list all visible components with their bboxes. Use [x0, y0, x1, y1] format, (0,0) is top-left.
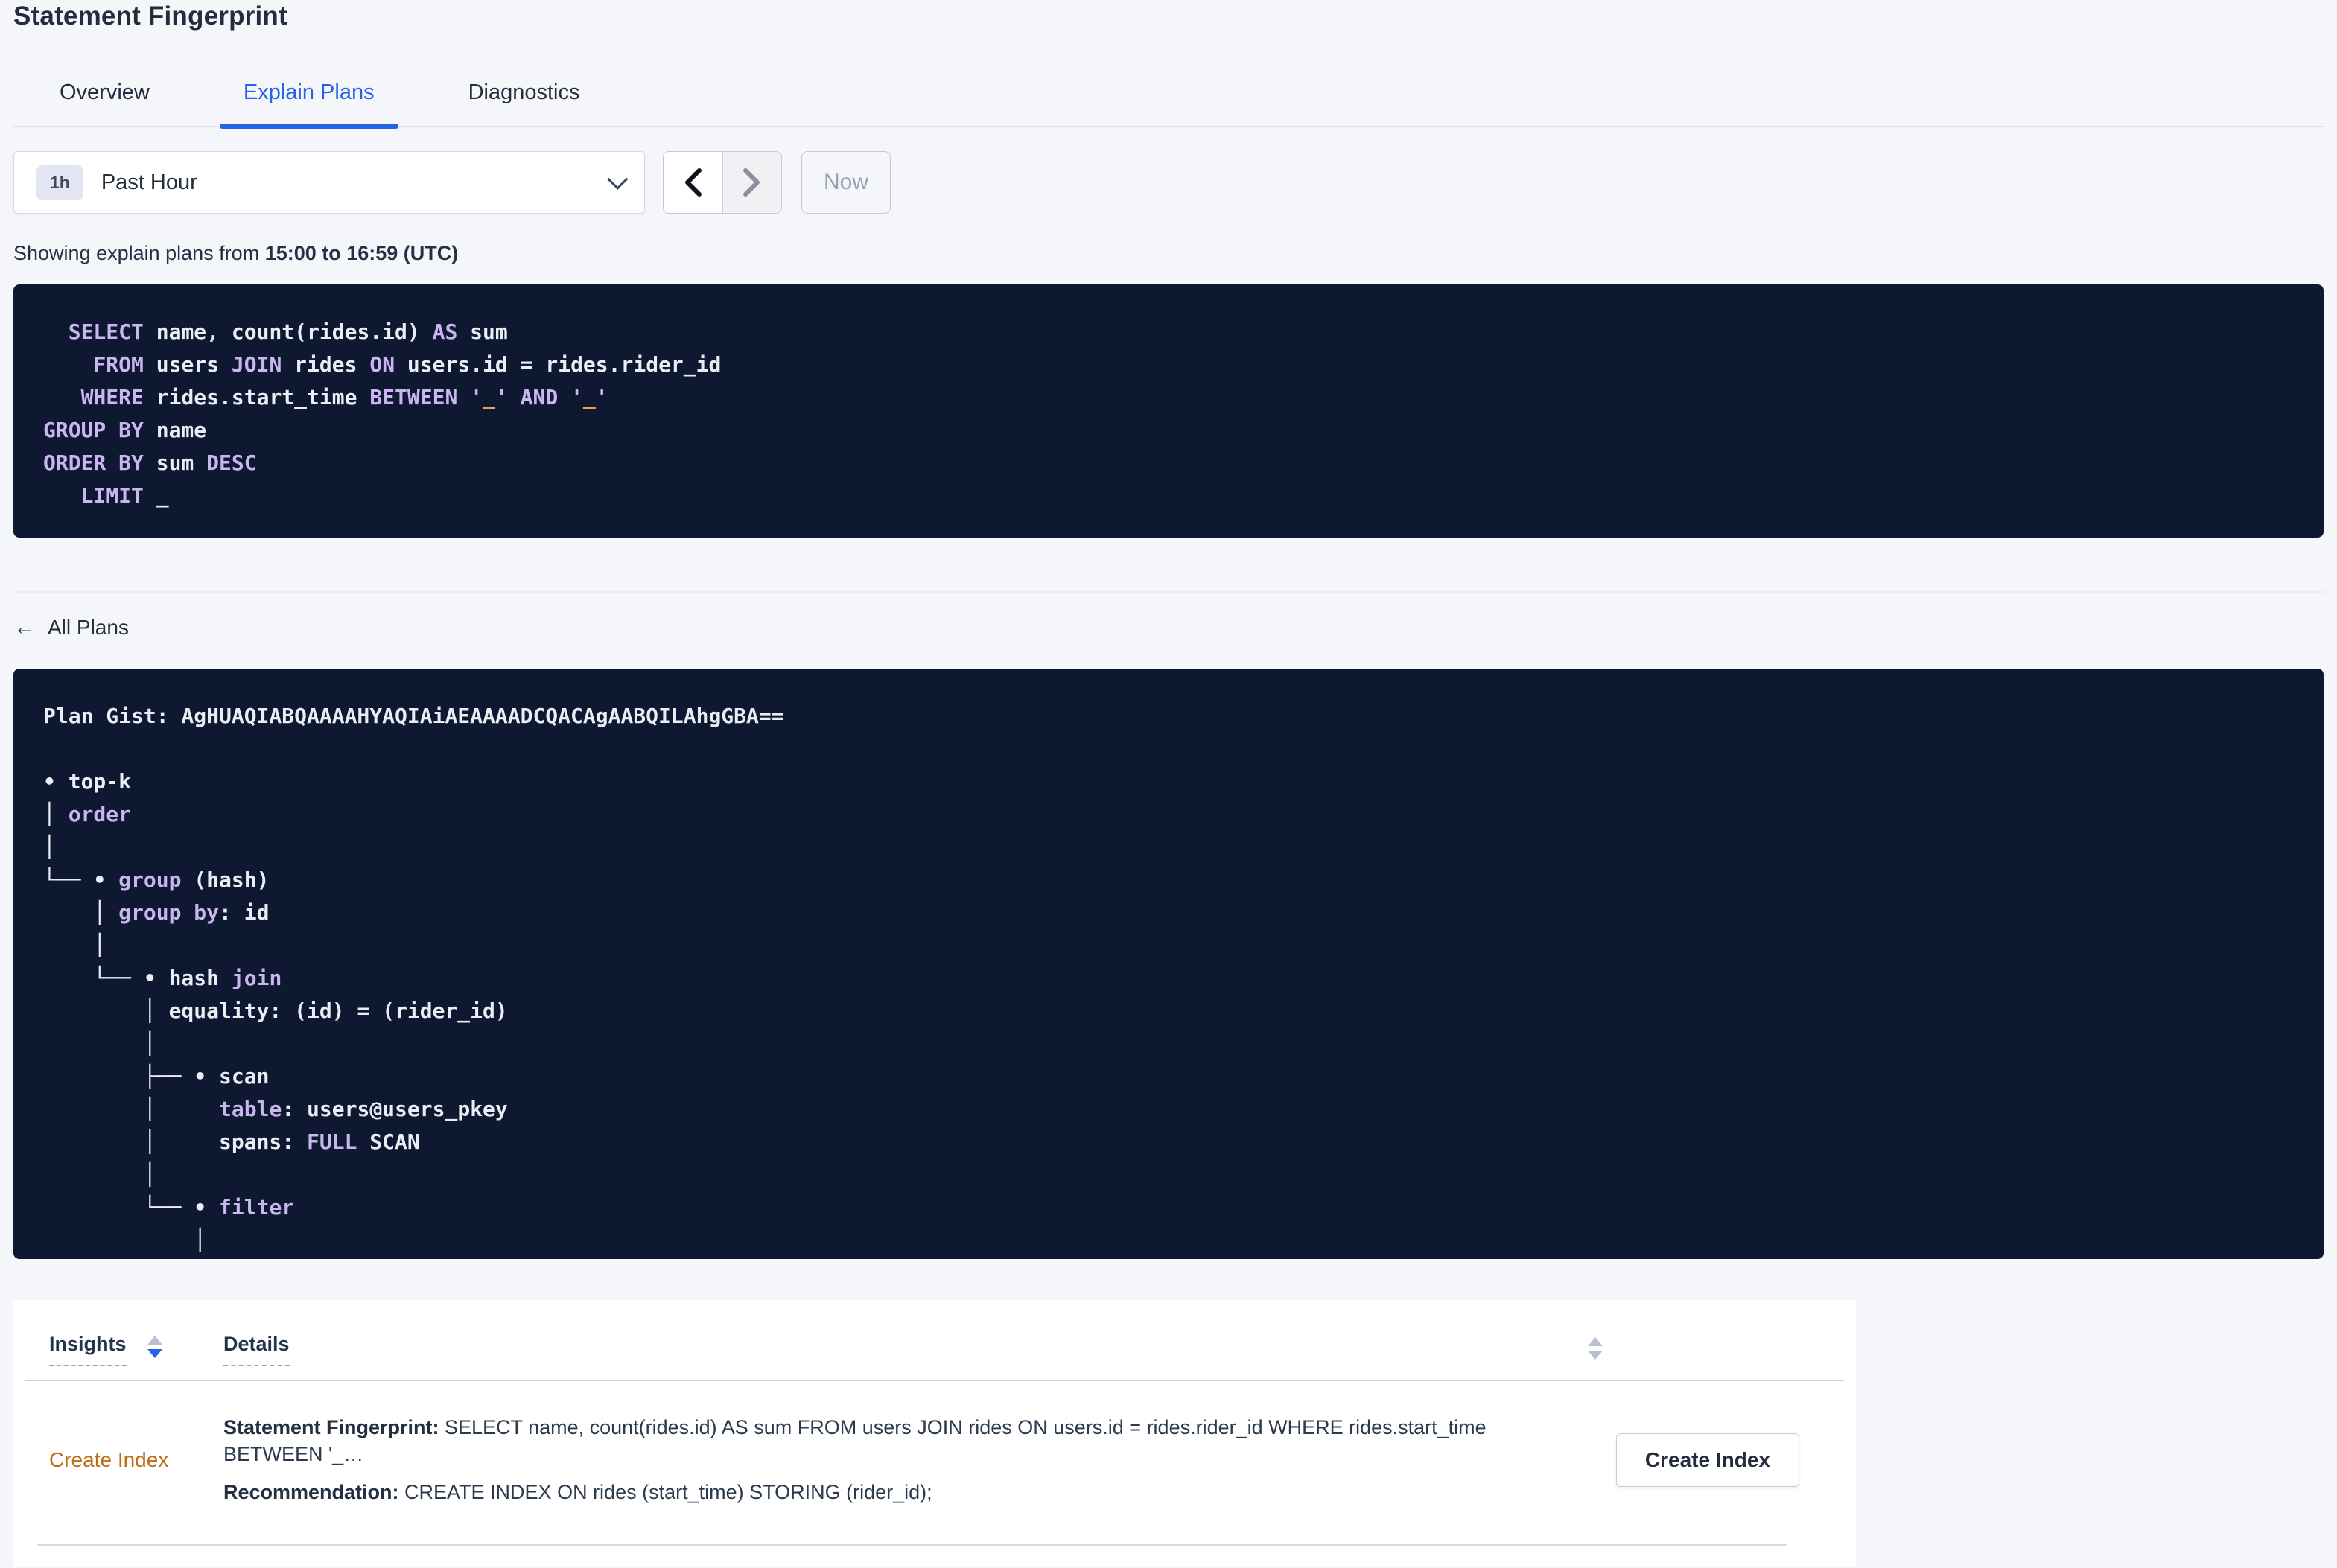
- tab-diagnostics[interactable]: Diagnostics: [445, 68, 604, 126]
- insights-column-header[interactable]: Insights: [49, 1333, 127, 1366]
- page-title: Statement Fingerprint: [13, 1, 287, 31]
- create-index-button[interactable]: Create Index: [1615, 1432, 1799, 1487]
- insights-sort-icon[interactable]: [147, 1336, 162, 1358]
- tab-overview[interactable]: Overview: [36, 68, 174, 126]
- sort-down-caret: [1588, 1351, 1603, 1360]
- showing-range-bold: 15:00 to 16:59 (UTC): [264, 242, 459, 264]
- showing-range-text: Showing explain plans from 15:00 to 16:5…: [13, 242, 2324, 265]
- interval-badge: 1h: [36, 165, 83, 200]
- all-plans-label: All Plans: [48, 616, 129, 639]
- interval-label: Past Hour: [101, 170, 197, 194]
- sort-up-caret: [147, 1336, 162, 1345]
- back-arrow-icon: ←: [13, 615, 36, 640]
- tab-bar: Overview Explain Plans Diagnostics: [13, 68, 2324, 129]
- now-button[interactable]: Now: [801, 151, 891, 214]
- previous-interval-button[interactable]: [664, 152, 722, 213]
- statement-fingerprint-line: Statement Fingerprint: SELECT name, coun…: [223, 1414, 1586, 1467]
- plan-gist-block: Plan Gist: AgHUAQIABQAAAAHYAQIAiAEAAAADC…: [13, 669, 2324, 1259]
- insights-column-header-cell: Insights: [49, 1333, 223, 1366]
- sort-up-caret: [1588, 1337, 1603, 1346]
- sort-down-caret: [147, 1349, 162, 1358]
- insights-table-card: Insights Details Create Index Statement …: [13, 1300, 1856, 1567]
- recommendation-line: Recommendation: CREATE INDEX ON rides (s…: [223, 1479, 1586, 1505]
- time-pager: [663, 151, 782, 214]
- details-cell: Statement Fingerprint: SELECT name, coun…: [223, 1414, 1586, 1505]
- all-plans-back-link[interactable]: ← All Plans: [13, 615, 129, 640]
- section-divider: [13, 591, 2324, 593]
- next-interval-button[interactable]: [722, 152, 781, 213]
- chevron-down-icon: [607, 168, 629, 190]
- insights-table-header: Insights Details: [49, 1333, 1820, 1366]
- details-column-header[interactable]: Details: [223, 1333, 290, 1366]
- create-index-link[interactable]: Create Index: [49, 1448, 168, 1471]
- recommendation-value: CREATE INDEX ON rides (start_time) STORI…: [398, 1481, 932, 1503]
- tab-explain-plans[interactable]: Explain Plans: [219, 68, 398, 129]
- statement-sql-block: SELECT name, count(rides.id) AS sum FROM…: [13, 284, 2324, 538]
- showing-prefix: Showing explain plans from: [13, 242, 265, 264]
- chevron-right-icon: [743, 168, 760, 197]
- statement-fingerprint-label: Statement Fingerprint:: [223, 1416, 439, 1438]
- insight-cell: Create Index: [49, 1448, 223, 1472]
- table-row: Create Index Statement Fingerprint: SELE…: [49, 1381, 1820, 1544]
- time-toolbar: 1h Past Hour Now: [13, 151, 2324, 214]
- chevron-left-icon: [685, 168, 702, 197]
- statement-fingerprint-page: Statement Fingerprint Overview Explain P…: [0, 0, 2337, 1567]
- time-range-dropdown[interactable]: 1h Past Hour: [13, 151, 645, 214]
- table-row-divider: [37, 1544, 1787, 1546]
- details-column-header-cell: Details: [223, 1333, 1820, 1366]
- details-sort-icon[interactable]: [1588, 1337, 1603, 1360]
- recommendation-label: Recommendation:: [223, 1481, 399, 1503]
- action-cell: Create Index: [1586, 1432, 1799, 1487]
